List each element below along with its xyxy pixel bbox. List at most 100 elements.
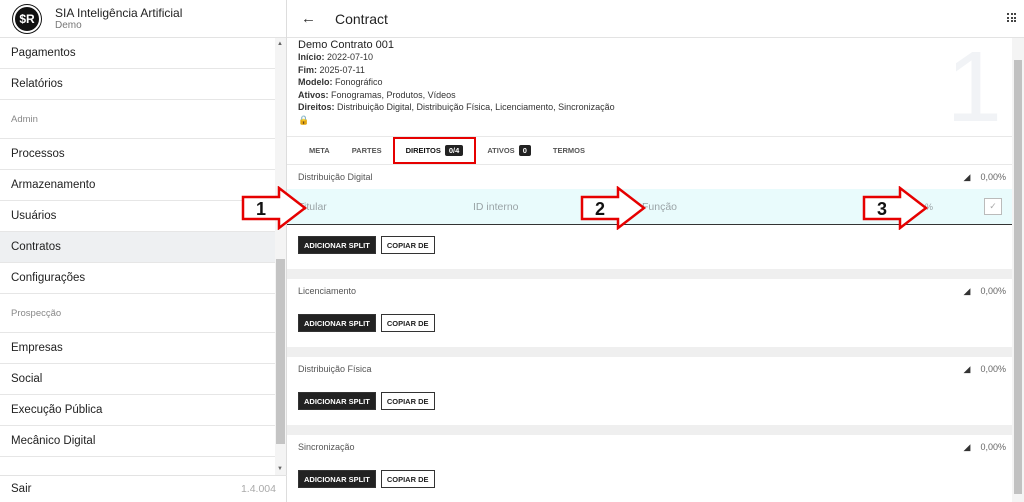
sidebar-item-empresas[interactable]: Empresas [0, 333, 275, 364]
sidebar-item-relatórios[interactable]: Relatórios [0, 69, 275, 100]
pie-chart-icon: ◢ [963, 363, 971, 374]
right-header: Sincronização ◢ 0,00% [287, 435, 1012, 459]
start-label: Início: [298, 52, 325, 62]
main-panel: ← Contract 1 Demo Contrato 001 Início: 2… [287, 0, 1024, 502]
app-version: 1.4.004 [240, 483, 276, 495]
contract-watermark: 1 [946, 38, 1002, 143]
sidebar-section-prospecção: Prospecção [0, 294, 275, 333]
right-percent: ◢ 0,00% [964, 165, 1006, 189]
tab-termos[interactable]: TERMOS [542, 137, 596, 164]
right-header: Distribuição Física ◢ 0,00% [287, 357, 1012, 381]
tab-label: ATIVOS [487, 146, 515, 155]
id-interno-field[interactable]: ID interno [473, 201, 519, 213]
copy-from-button[interactable]: COPIAR DE [380, 470, 435, 488]
sidebar-item-processos[interactable]: Processos [0, 139, 275, 170]
sidebar-menu: Pagamentos Relatórios Admin Processos Armaze… [0, 38, 275, 457]
right-header: Licenciamento ◢ 0,00% [287, 279, 1012, 303]
copy-from-button[interactable]: COPIAR DE [380, 236, 435, 254]
right-percent-value: 0,00% [980, 442, 1006, 452]
contract-tabs: META PARTES DIREITOS 0/4 ATIVOS 0 TERMOS [287, 136, 1012, 165]
callout-arrow-1: 1 [241, 186, 308, 230]
rights-value: Distribuição Digital, Distribuição Físic… [337, 102, 615, 113]
copy-from-button[interactable]: COPIAR DE [380, 392, 435, 410]
sidebar-footer: Sair 1.4.004 [0, 475, 287, 502]
content-scrollbar[interactable] [1012, 38, 1024, 502]
tab-label: TERMOS [552, 146, 585, 155]
callout-number: 2 [595, 199, 605, 219]
callout-arrow-shape [580, 186, 647, 230]
callout-number: 3 [877, 199, 887, 219]
app-subtitle: Demo [55, 19, 82, 31]
sidebar-item-contratos[interactable]: Contratos [0, 232, 275, 263]
contract-info: 1 Demo Contrato 001 Início: 2022-07-10 F… [287, 38, 1012, 143]
contract-end: Fim: 2025-07-11 [298, 64, 1002, 77]
right-title: Sincronização [298, 442, 355, 452]
page-title: Contract [335, 10, 388, 27]
sidebar-scrollbar[interactable]: ▲ ▼ [275, 38, 286, 475]
card-gap [287, 347, 1012, 357]
arrow-left-icon[interactable]: ← [301, 10, 321, 27]
pie-chart-icon: ◢ [963, 171, 971, 182]
right-title: Distribuição Digital [298, 172, 373, 182]
model-label: Modelo: [298, 77, 333, 88]
right-card: Distribuição Física ◢ 0,00% ADICIONAR SPLIT… [287, 357, 1012, 425]
callout-arrow-2: 2 [580, 186, 647, 230]
sidebar-item-pagamentos[interactable]: Pagamentos [0, 38, 275, 69]
tab-meta[interactable]: META [298, 137, 341, 164]
pie-chart-icon: ◢ [963, 441, 971, 452]
contract-content: 1 Demo Contrato 001 Início: 2022-07-10 F… [287, 38, 1012, 502]
callout-number: 1 [256, 199, 266, 219]
tab-direitos[interactable]: DIREITOS 0/4 [392, 137, 477, 164]
add-split-button[interactable]: ADICIONAR SPLIT [298, 392, 376, 410]
sidebar-item-armazenamento[interactable]: Armazenamento [0, 170, 275, 201]
add-split-button[interactable]: ADICIONAR SPLIT [298, 236, 376, 254]
pie-chart-icon: ◢ [963, 285, 971, 296]
tab-label: META [309, 146, 330, 155]
tab-label: PARTES [351, 146, 382, 155]
right-title: Licenciamento [298, 286, 357, 296]
contract-start: Início: 2022-07-10 [298, 51, 1002, 64]
right-percent-value: 0,00% [980, 172, 1006, 182]
scroll-down-icon[interactable]: ▼ [277, 466, 283, 472]
top-bar: ← Contract [287, 0, 1024, 38]
tab-ativos[interactable]: ATIVOS 0 [476, 137, 542, 164]
sidebar: $R SIA Inteligência Artificial Demo Paga… [0, 0, 287, 502]
contract-rights: Direitos: Distribuição Digital, Distribu… [298, 101, 1002, 114]
confirm-check-icon[interactable]: ✓ [984, 198, 1002, 215]
right-percent-value: 0,00% [980, 364, 1006, 374]
scroll-up-icon[interactable]: ▲ [277, 41, 283, 47]
copy-from-button[interactable]: COPIAR DE [380, 314, 435, 332]
sidebar-item-mecânico-digital[interactable]: Mecânico Digital [0, 426, 275, 457]
right-percent: ◢ 0,00% [964, 357, 1006, 381]
content-scroll-thumb[interactable] [1014, 60, 1022, 494]
right-card: Sincronização ◢ 0,00% ADICIONAR SPLIT COPIAR… [287, 435, 1012, 502]
add-split-button[interactable]: ADICIONAR SPLIT [298, 470, 376, 488]
model-value: Fonográfico [335, 77, 383, 88]
card-gap [287, 425, 1012, 435]
lock-icon: 🔒 [298, 114, 310, 125]
assets-value: Fonogramas, Produtos, Vídeos [331, 89, 456, 100]
card-gap [287, 269, 1012, 279]
add-split-button[interactable]: ADICIONAR SPLIT [298, 314, 376, 332]
assets-label: Ativos: [298, 89, 329, 100]
sidebar-item-social[interactable]: Social [0, 364, 275, 395]
end-value: 2025-07-11 [319, 64, 365, 75]
app-name: SIA Inteligência Artificial [55, 5, 183, 20]
logout-link[interactable]: Sair [11, 483, 31, 495]
sidebar-item-usuários[interactable]: Usuários [0, 201, 275, 232]
tab-partes[interactable]: PARTES [341, 137, 393, 164]
right-card: Licenciamento ◢ 0,00% ADICIONAR SPLIT COPIAR… [287, 279, 1012, 347]
sidebar-item-configurações[interactable]: Configurações [0, 263, 275, 294]
app-logo-icon: $R [13, 4, 41, 33]
callout-arrow-shape [862, 186, 929, 230]
contract-name: Demo Contrato 001 [298, 39, 394, 51]
contract-assets: Ativos: Fonogramas, Produtos, Vídeos [298, 89, 1002, 102]
sidebar-item-execução-pública[interactable]: Execução Pública [0, 395, 275, 426]
right-percent: ◢ 0,00% [964, 279, 1006, 303]
apps-grid-icon[interactable] [1007, 13, 1016, 22]
right-percent-value: 0,00% [980, 286, 1006, 296]
right-title: Distribuição Física [298, 364, 372, 374]
sidebar-scroll-thumb[interactable] [276, 259, 285, 444]
rights-label: Direitos: [298, 102, 335, 113]
callout-arrow-shape [241, 186, 308, 230]
